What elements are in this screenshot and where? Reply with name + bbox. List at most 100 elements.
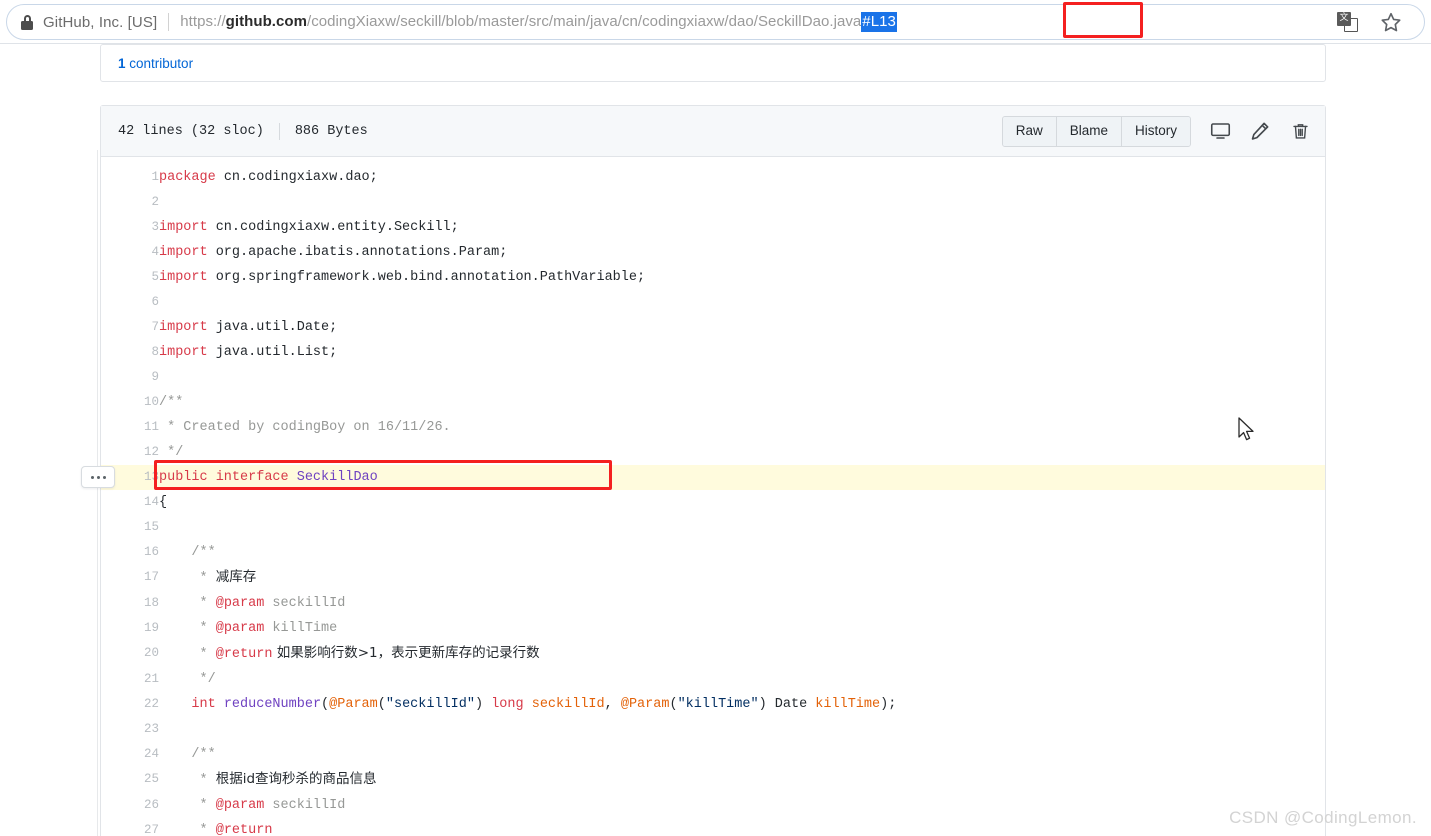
code-token: ) Date — [758, 697, 816, 712]
code-token: * Created by codingBoy on 16/11/26. — [159, 420, 451, 435]
line-content: int reduceNumber(@Param("seckillId") lon… — [159, 692, 1325, 717]
history-button[interactable]: History — [1121, 116, 1190, 146]
line-number[interactable]: 2 — [101, 190, 159, 215]
line-number[interactable]: 17 — [101, 565, 159, 591]
address-bar[interactable]: GitHub, Inc. [US] https://github.com/cod… — [6, 4, 1425, 40]
code-token: ( — [377, 697, 386, 712]
line-content: /** — [159, 742, 1325, 767]
code-line-row: 15 — [101, 515, 1325, 540]
code-line-row: 23 — [101, 717, 1325, 742]
line-content: /** — [159, 390, 1325, 415]
browser-page: GitHub, Inc. [US] https://github.com/cod… — [0, 0, 1431, 836]
code-token: 如果影响行数>1，表示更新库存的记录行数 — [272, 645, 540, 661]
line-number[interactable]: 23 — [101, 717, 159, 742]
code-token: * — [159, 571, 216, 586]
code-token: @Param — [620, 697, 670, 712]
code-line-row: 20 * @return 如果影响行数>1，表示更新库存的记录行数 — [101, 641, 1325, 667]
code-token: ( — [321, 697, 330, 712]
code-token: /** — [159, 747, 216, 762]
code-token: ) — [475, 697, 492, 712]
line-number[interactable]: 12 — [101, 440, 159, 465]
code-token: */ — [159, 672, 216, 687]
code-table: 1 package cn.codingxiaxw.dao; 2 3 import cn… — [101, 165, 1325, 836]
code-token: cn.codingxiaxw.dao; — [215, 170, 378, 185]
line-number[interactable]: 9 — [101, 365, 159, 390]
code-line-row: 4 import org.apache.ibatis.annotations.Pa… — [101, 240, 1325, 265]
edit-pencil-icon[interactable] — [1249, 120, 1271, 142]
code-token: org.apache.ibatis.annotations.Param; — [207, 245, 508, 260]
url-text[interactable]: https://github.com/codingXiaxw/seckill/b… — [180, 12, 897, 32]
code-token: * — [159, 647, 216, 662]
file-header: 42 lines (32 sloc) 886 Bytes Raw Blame H… — [101, 106, 1325, 157]
code-line-row: 10/** — [101, 390, 1325, 415]
open-desktop-icon[interactable] — [1209, 120, 1231, 142]
line-content: import java.util.Date; — [159, 315, 1325, 340]
line-number[interactable]: 20 — [101, 641, 159, 667]
line-number[interactable]: 7 — [101, 315, 159, 340]
code-token: * — [159, 823, 216, 836]
line-content: * 根据id查询秒杀的商品信息 — [159, 767, 1325, 793]
code-token: import — [159, 270, 208, 285]
file-box: 42 lines (32 sloc) 886 Bytes Raw Blame H… — [100, 105, 1326, 836]
line-number[interactable]: 1 — [101, 165, 159, 190]
line-number[interactable]: 22 — [101, 692, 159, 717]
line-content — [159, 290, 1325, 315]
line-number[interactable]: 6 — [101, 290, 159, 315]
raw-button[interactable]: Raw — [1002, 116, 1057, 146]
code-token: * — [159, 798, 216, 813]
line-number[interactable]: 3 — [101, 215, 159, 240]
line-options-kebab-icon[interactable] — [81, 466, 115, 488]
watermark: CSDN @CodingLemon. — [1229, 808, 1417, 827]
line-number[interactable]: 16 — [101, 540, 159, 565]
code-token: 根据id查询秒杀的商品信息 — [215, 771, 377, 787]
line-number[interactable]: 10 — [101, 390, 159, 415]
line-number[interactable]: 5 — [101, 265, 159, 290]
line-content: * 减库存 — [159, 565, 1325, 591]
line-number[interactable]: 24 — [101, 742, 159, 767]
delete-trash-icon[interactable] — [1289, 120, 1311, 142]
code-line-row: 17 * 减库存 — [101, 565, 1325, 591]
file-meta: 42 lines (32 sloc) 886 Bytes — [118, 122, 368, 140]
code-token: import — [159, 220, 208, 235]
code-line-row: 8 import java.util.List; — [101, 340, 1325, 365]
code-token: * — [159, 621, 216, 636]
blame-button[interactable]: Blame — [1056, 116, 1122, 146]
omnibox-divider — [168, 13, 170, 31]
code-token: 减库存 — [215, 569, 257, 585]
line-number[interactable]: 26 — [101, 793, 159, 818]
contributors-link[interactable]: 1 contributor — [118, 56, 193, 71]
code-token: package — [159, 170, 216, 185]
line-number[interactable]: 27 — [101, 818, 159, 836]
code-token: java.util.List; — [207, 345, 338, 360]
code-token: @return — [215, 823, 273, 836]
code-line-row: 26 * @param seckillId — [101, 793, 1325, 818]
line-number[interactable]: 25 — [101, 767, 159, 793]
contributors-box: 1 contributor — [100, 44, 1326, 82]
code-token: seckillId — [264, 798, 346, 813]
line-number[interactable]: 15 — [101, 515, 159, 540]
url-fragment-selected[interactable]: #L13 — [861, 12, 897, 32]
line-number[interactable]: 19 — [101, 616, 159, 641]
code-token: /** — [159, 395, 184, 410]
translate-icon[interactable]: 文 — [1337, 12, 1358, 32]
code-token: { — [159, 495, 168, 510]
line-number[interactable]: 4 — [101, 240, 159, 265]
gutter-rail — [97, 150, 98, 836]
url-path: /codingXiaxw/seckill/blob/master/src/mai… — [307, 13, 862, 30]
line-number[interactable]: 21 — [101, 667, 159, 692]
line-content: * @param seckillId — [159, 591, 1325, 616]
line-content — [159, 717, 1325, 742]
line-number[interactable]: 11 — [101, 415, 159, 440]
line-number[interactable]: 18 — [101, 591, 159, 616]
code-token: seckillId — [264, 596, 346, 611]
line-number[interactable]: 14 — [101, 490, 159, 515]
line-content: import java.util.List; — [159, 340, 1325, 365]
file-meta-divider — [278, 122, 280, 140]
code-line-row: 3 import cn.codingxiaxw.entity.Seckill; — [101, 215, 1325, 240]
line-number[interactable]: 8 — [101, 340, 159, 365]
line-content: */ — [159, 667, 1325, 692]
line-content: * @return — [159, 818, 1325, 836]
code-token: killTime — [815, 697, 881, 712]
star-icon[interactable] — [1380, 11, 1402, 33]
